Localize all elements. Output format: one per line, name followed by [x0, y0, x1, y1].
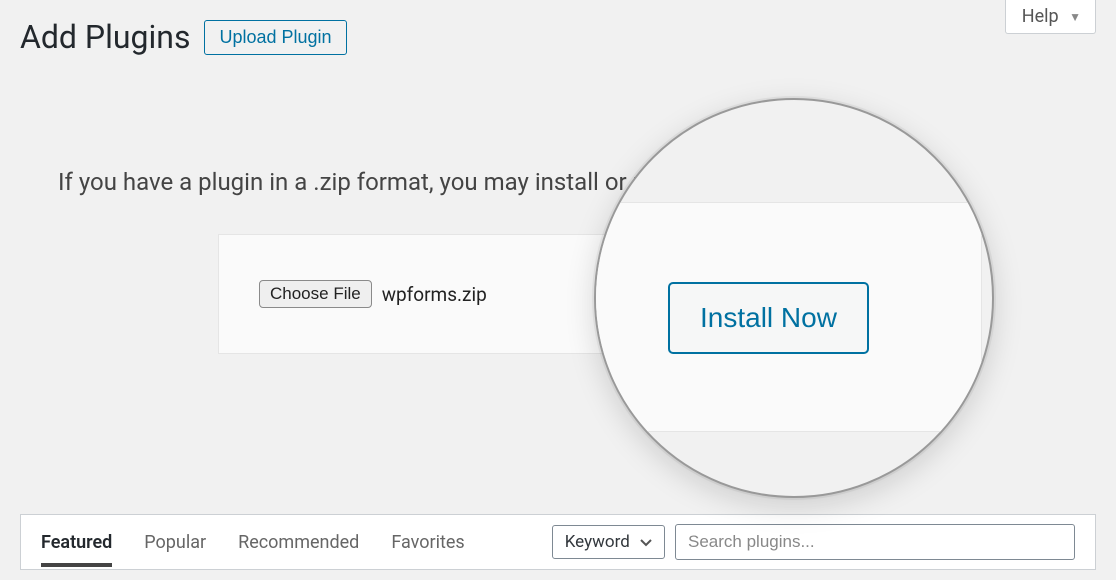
chevron-down-icon: ▼: [1069, 10, 1081, 24]
tab-featured[interactable]: Featured: [41, 518, 112, 567]
chevron-down-icon: [640, 532, 652, 552]
help-label: Help: [1022, 6, 1059, 27]
help-tab[interactable]: Help ▼: [1005, 0, 1096, 34]
filter-bar: Featured Popular Recommended Favorites K…: [20, 514, 1096, 570]
tab-recommended[interactable]: Recommended: [238, 518, 359, 567]
tab-favorites[interactable]: Favorites: [391, 518, 464, 567]
upload-plugin-button[interactable]: Upload Plugin: [204, 20, 346, 55]
tab-popular[interactable]: Popular: [144, 518, 206, 567]
search-type-label: Keyword: [565, 532, 630, 552]
filter-tabs: Featured Popular Recommended Favorites: [41, 518, 465, 567]
install-now-button[interactable]: Install Now: [668, 282, 869, 354]
page-title: Add Plugins: [20, 18, 190, 56]
selected-filename: wpforms.zip: [382, 283, 487, 306]
magnifier-overlay: Install Now: [594, 98, 994, 498]
choose-file-button[interactable]: Choose File: [259, 280, 372, 308]
search-input[interactable]: [675, 524, 1075, 560]
search-type-select[interactable]: Keyword: [552, 525, 665, 559]
search-controls: Keyword: [552, 524, 1075, 560]
page-header: Add Plugins Upload Plugin: [0, 0, 1116, 56]
magnifier-content: Install Now: [596, 100, 992, 496]
